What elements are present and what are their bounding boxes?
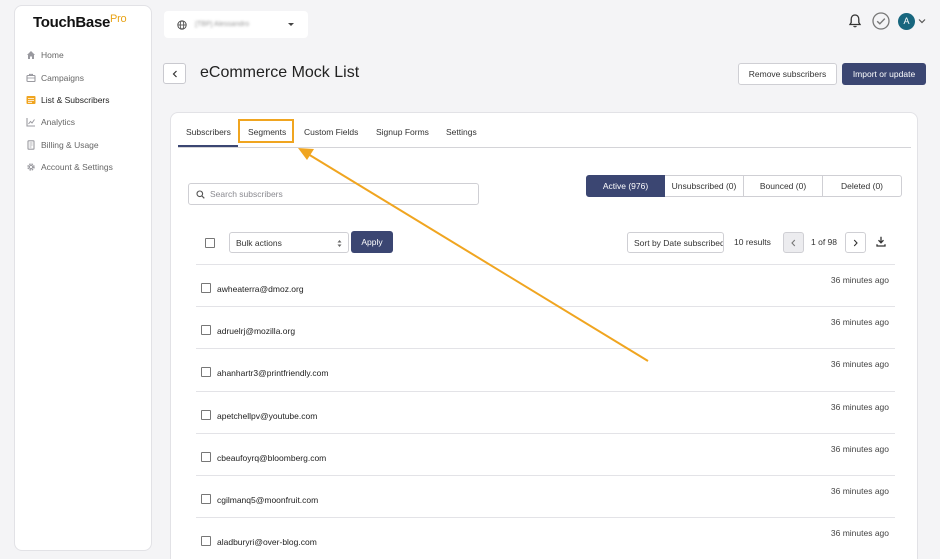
list-icon xyxy=(26,95,36,105)
brand-suffix: Pro xyxy=(110,13,127,25)
table-row[interactable]: aladburyri@over-blog.com 36 minutes ago xyxy=(196,517,895,559)
import-or-update-button[interactable]: Import or update xyxy=(842,63,926,85)
bulk-actions-label: Bulk actions xyxy=(236,237,282,248)
sidebar-item-billing[interactable]: Billing & Usage xyxy=(26,134,151,156)
row-checkbox[interactable] xyxy=(201,493,211,504)
page-title: eCommerce Mock List xyxy=(200,64,360,81)
search-box[interactable] xyxy=(188,183,479,205)
chevron-down-icon[interactable] xyxy=(918,18,926,24)
avatar[interactable]: A xyxy=(898,12,915,30)
sidebar-item-label: Home xyxy=(41,50,64,61)
bell-icon[interactable] xyxy=(848,13,862,29)
list-toolbar: Bulk actions Apply Sort by Date subscrib… xyxy=(196,231,896,253)
sidebar-item-label: Account & Settings xyxy=(41,162,113,173)
analytics-icon xyxy=(26,117,36,127)
subscriber-email[interactable]: aladburyri@over-blog.com xyxy=(217,537,317,547)
tab-custom-fields[interactable]: Custom Fields xyxy=(304,127,358,137)
tab-settings[interactable]: Settings xyxy=(446,127,477,137)
subscribers-card: Subscribers Segments Custom Fields Signu… xyxy=(170,112,918,559)
next-page-button[interactable] xyxy=(845,232,866,253)
sidebar-item-label: Analytics xyxy=(41,117,76,128)
table-row[interactable]: cbeaufoyrq@bloomberg.com 36 minutes ago xyxy=(196,432,895,475)
previous-page-button[interactable] xyxy=(783,232,804,253)
gear-icon xyxy=(26,162,36,172)
brand-name: TouchBase xyxy=(33,14,111,31)
sidebar-item-label: Campaigns xyxy=(41,72,84,83)
sidebar: TouchBasePro Home Campaigns List & Subsc… xyxy=(14,5,152,551)
sort-select[interactable]: Sort by Date subscribed xyxy=(627,232,724,253)
subscriber-email[interactable]: cgilmanq5@moonfruit.com xyxy=(217,495,318,505)
filter-active[interactable]: Active (976) xyxy=(586,175,665,197)
subscribed-time: 36 minutes ago xyxy=(830,317,889,328)
row-checkbox[interactable] xyxy=(201,409,211,420)
row-checkbox[interactable] xyxy=(201,325,211,336)
sidebar-nav: Home Campaigns List & Subscribers Analyt… xyxy=(26,44,151,178)
subscriber-email[interactable]: apetchellpv@youtube.com xyxy=(217,411,317,421)
row-checkbox[interactable] xyxy=(201,283,211,293)
apply-button[interactable]: Apply xyxy=(351,231,393,253)
sidebar-item-account-settings[interactable]: Account & Settings xyxy=(26,156,151,178)
billing-icon xyxy=(26,140,36,150)
globe-icon xyxy=(177,19,187,30)
sidebar-item-campaigns[interactable]: Campaigns xyxy=(26,66,151,88)
home-icon xyxy=(26,50,36,60)
filter-bounced[interactable]: Bounced (0) xyxy=(744,175,823,197)
select-all-checkbox[interactable] xyxy=(205,238,215,248)
chevron-left-icon xyxy=(172,70,177,77)
back-button[interactable] xyxy=(163,63,186,84)
subscribed-time: 36 minutes ago xyxy=(830,401,889,412)
status-filter-group: Active (976) Unsubscribed (0) Bounced (0… xyxy=(586,175,902,197)
sidebar-item-label: Billing & Usage xyxy=(41,139,99,150)
chevron-down-icon xyxy=(288,23,294,26)
tab-signup-forms[interactable]: Signup Forms xyxy=(376,127,429,137)
results-count: 10 results xyxy=(734,237,771,247)
search-icon xyxy=(196,189,205,199)
page-indicator: 1 of 98 xyxy=(811,237,837,247)
segments-tab-highlight xyxy=(238,119,294,143)
sidebar-item-label: List & Subscribers xyxy=(41,94,110,105)
subscribed-time: 36 minutes ago xyxy=(830,528,889,539)
download-icon[interactable] xyxy=(876,236,886,247)
subscribed-time: 36 minutes ago xyxy=(830,275,889,285)
campaigns-icon xyxy=(26,73,36,83)
top-right-actions: A xyxy=(848,12,926,30)
bulk-actions-select[interactable]: Bulk actions xyxy=(229,232,349,253)
row-checkbox[interactable] xyxy=(201,536,211,547)
chevron-left-icon xyxy=(791,239,796,246)
sidebar-item-home[interactable]: Home xyxy=(26,44,151,66)
table-row[interactable]: apetchellpv@youtube.com 36 minutes ago xyxy=(196,390,895,433)
table-row[interactable]: awheaterra@dmoz.org 36 minutes ago xyxy=(196,264,895,306)
table-row[interactable]: ahanhartr3@printfriendly.com 36 minutes … xyxy=(196,348,895,390)
table-row[interactable]: adruelrj@mozilla.org 36 minutes ago xyxy=(196,306,895,348)
remove-subscribers-button[interactable]: Remove subscribers xyxy=(738,63,837,85)
brand-logo[interactable]: TouchBasePro xyxy=(33,13,127,31)
account-selector[interactable]: [TBP] Alessandro xyxy=(164,11,308,38)
tab-subscribers[interactable]: Subscribers xyxy=(186,127,231,137)
row-checkbox[interactable] xyxy=(201,451,211,462)
subscriber-email[interactable]: adruelrj@mozilla.org xyxy=(217,326,295,336)
active-tab-indicator xyxy=(178,145,238,147)
account-name: [TBP] Alessandro xyxy=(195,21,250,28)
subscribed-time: 36 minutes ago xyxy=(830,485,889,496)
subscriber-email[interactable]: cbeaufoyrq@bloomberg.com xyxy=(217,453,326,463)
sort-arrows-icon xyxy=(337,240,342,247)
sidebar-item-list-subscribers[interactable]: List & Subscribers xyxy=(26,89,151,111)
chevron-right-icon xyxy=(853,239,858,246)
table-row[interactable]: cgilmanq5@moonfruit.com 36 minutes ago xyxy=(196,474,895,517)
subscriber-list: awheaterra@dmoz.org 36 minutes ago adrue… xyxy=(196,264,895,559)
check-circle-icon[interactable] xyxy=(872,12,890,30)
filter-deleted[interactable]: Deleted (0) xyxy=(823,175,902,197)
subscribed-time: 36 minutes ago xyxy=(830,359,889,370)
row-checkbox[interactable] xyxy=(201,367,211,378)
search-input[interactable] xyxy=(210,189,460,199)
subscribed-time: 36 minutes ago xyxy=(830,443,889,454)
filter-unsubscribed[interactable]: Unsubscribed (0) xyxy=(665,175,744,197)
sidebar-item-analytics[interactable]: Analytics xyxy=(26,111,151,133)
subscriber-email[interactable]: awheaterra@dmoz.org xyxy=(217,284,304,294)
subscriber-email[interactable]: ahanhartr3@printfriendly.com xyxy=(217,368,328,378)
